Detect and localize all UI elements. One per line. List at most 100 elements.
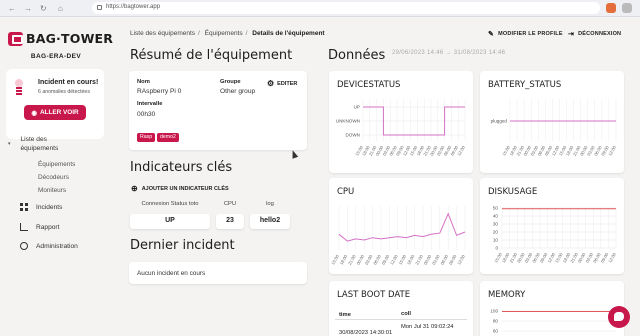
sidebar-item-administration[interactable]: Administration xyxy=(20,242,78,250)
extension-icon[interactable] xyxy=(606,3,616,13)
indicator-label: CPU xyxy=(223,201,237,207)
battery-chart: plugged 15:0018:0021:0000:0003:0006:0009… xyxy=(491,99,617,157)
sidebar-subitem-moniteurs[interactable]: Moniteurs xyxy=(38,187,66,194)
edit-label: EDITER xyxy=(277,80,298,87)
chat-button[interactable] xyxy=(608,306,630,328)
logo[interactable]: BAG·TOWER xyxy=(8,31,113,46)
date-range-picker[interactable]: 29/06/2023 14:46 → 31/08/2023 14:46 xyxy=(392,50,505,56)
group-value: Other group xyxy=(220,88,256,95)
sidebar-item-rapport[interactable]: Rapport xyxy=(20,223,59,231)
sidebar-item-label: Liste des équipements xyxy=(20,136,59,152)
indicators-title: Indicateurs clés xyxy=(130,160,233,175)
home-icon[interactable]: ⌂ xyxy=(58,4,63,13)
y-tick-label: 10 xyxy=(493,238,499,243)
breadcrumb-item[interactable]: Liste des équipements xyxy=(130,30,195,37)
memory-chart: 406080100 xyxy=(490,309,616,334)
address-bar[interactable]: https://bagtower.app xyxy=(92,2,600,14)
sidebar-item-label: Incidents xyxy=(36,203,63,211)
breadcrumb-item[interactable]: Équipements xyxy=(205,30,243,37)
column-header: time xyxy=(339,312,351,318)
edit-profile-label: MODIFIER LE PROFILE xyxy=(498,31,563,37)
user-edit-icon: ✎ xyxy=(488,31,495,38)
sidebar-subitem-decodeurs[interactable]: Décodeurs xyxy=(38,174,69,181)
edit-profile-button[interactable]: ✎ MODIFIER LE PROFILE xyxy=(488,30,563,38)
last-incident-title: Dernier incident xyxy=(130,238,235,253)
logout-button[interactable]: ⇥ DÉCONNEXION xyxy=(568,30,621,38)
last-incident-text: Aucun incident en cours xyxy=(137,270,206,277)
interval-label: Intervalle xyxy=(137,101,163,107)
x-tick-label: 12:00 xyxy=(607,251,617,263)
lighthouse-icon xyxy=(14,79,24,97)
chart-icon xyxy=(20,223,28,231)
y-tick-label: 20 xyxy=(493,230,499,235)
forward-icon[interactable]: → xyxy=(24,4,32,13)
y-tick-label: UP xyxy=(354,105,360,110)
sidebar-item-incidents[interactable]: Incidents xyxy=(20,203,62,211)
chart-card-battery: BATTERY_STATUS plugged 15:00 18:00 21:00 00… xyxy=(480,71,624,173)
grid-icon xyxy=(20,203,28,211)
logout-label: DÉCONNEXION xyxy=(578,31,622,37)
table-cell: 30/08/2023 14:30:01 xyxy=(339,330,393,336)
indicator-value: 23 xyxy=(216,214,244,229)
y-tick-label: 100 xyxy=(490,309,498,314)
chart-card-cpu: CPU 15:00 18:00 21:00 00:00 03:00 06:00 09:00 1… xyxy=(329,178,473,274)
sidebar-subitem-equipements[interactable]: Équipements xyxy=(38,161,75,168)
tag-badge[interactable]: demo2 xyxy=(157,133,179,142)
incident-title: Incident en cours! xyxy=(38,79,99,86)
indicator-value: UP xyxy=(130,214,210,229)
y-tick-label: 0 xyxy=(495,246,498,251)
reload-icon[interactable]: ↻ xyxy=(40,4,47,13)
eye-icon: ◉ xyxy=(31,109,37,117)
last-incident-card: Aucun incident en cours xyxy=(129,262,307,284)
table-cell: Mon Jul 31 09:02:24 xyxy=(401,324,454,330)
devicestatus-chart: UPUNKNOWNDOWN 15:0018:0021:0000:0003:000… xyxy=(336,99,466,157)
add-indicator-label: AJOUTER UN INDICATEUR CLÉS xyxy=(141,185,229,192)
cpu-chart: 15:0018:0021:0000:0003:0006:0009:0012:00… xyxy=(330,206,466,266)
go-see-button[interactable]: ◉ ALLER VOIR xyxy=(24,105,86,120)
data-title: Données xyxy=(328,48,386,63)
y-tick-label: UNKNOWN xyxy=(336,119,360,124)
y-tick-label: 50 xyxy=(493,206,499,211)
name-label: Nom xyxy=(137,79,150,85)
x-tick-label: 12:00 xyxy=(607,144,617,156)
indicator-label: log xyxy=(266,201,274,207)
chart-card-diskusage: DISKUSAGE 0 10 20 30 40 50 15:00 18:00 21:00 00:… xyxy=(480,178,624,274)
x-tick-label: 12:00 xyxy=(456,253,466,265)
mouse-cursor xyxy=(289,149,299,159)
breadcrumb-current: Details de l'équipement xyxy=(252,30,325,37)
environment-name: BAG-ERA-DEV xyxy=(30,53,82,60)
logo-text: BAG·TOWER xyxy=(26,31,114,46)
sidebar-item-label: Administration xyxy=(36,242,78,250)
globe-icon xyxy=(20,242,28,250)
x-tick-label: 12:00 xyxy=(456,144,466,156)
group-label: Groupe xyxy=(220,79,241,85)
sidebar-item-label: Rapport xyxy=(36,223,60,231)
series-line xyxy=(338,212,466,242)
chevron-down-icon: ▾ xyxy=(8,141,11,147)
y-tick-label: plugged xyxy=(491,119,508,124)
back-icon[interactable]: ← xyxy=(8,4,16,13)
logout-icon: ⇥ xyxy=(568,31,575,38)
go-see-label: ALLER VOIR xyxy=(39,109,79,116)
incident-alert-card: Incident en cours! 6 anomalies détectées… xyxy=(6,69,104,139)
chart-card-memory: MEMORY 406080100 xyxy=(480,281,624,336)
sidebar-item-equipment-list[interactable]: ▾ Liste des équipements xyxy=(8,135,108,153)
logo-icon xyxy=(8,31,23,46)
tag-badge[interactable]: Rasp xyxy=(137,133,156,142)
divider xyxy=(335,319,467,320)
gear-icon: ⚙ xyxy=(267,79,275,88)
last-boot-card: LAST BOOT DATE time coll 30/08/2023 14:3… xyxy=(329,281,473,336)
add-indicator-button[interactable]: ⊕ AJOUTER UN INDICATEUR CLÉS xyxy=(131,184,229,193)
indicator-value: hello2 xyxy=(250,214,290,229)
menu-icon[interactable] xyxy=(622,3,632,13)
name-value: RAspberry Pi 0 xyxy=(137,88,182,95)
interval-value: 00h30 xyxy=(137,111,156,118)
edit-button[interactable]: ⚙ EDITER xyxy=(267,79,297,88)
column-header: coll xyxy=(401,311,411,317)
y-tick-label: 60 xyxy=(493,329,499,334)
add-icon: ⊕ xyxy=(131,184,138,193)
breadcrumb: Liste des équipements / Équipements / Deta… xyxy=(130,30,325,37)
summary-title: Résumé de l'équipement xyxy=(130,48,293,63)
y-tick-label: 30 xyxy=(493,222,499,227)
chart-title: LAST BOOT DATE xyxy=(337,290,411,300)
